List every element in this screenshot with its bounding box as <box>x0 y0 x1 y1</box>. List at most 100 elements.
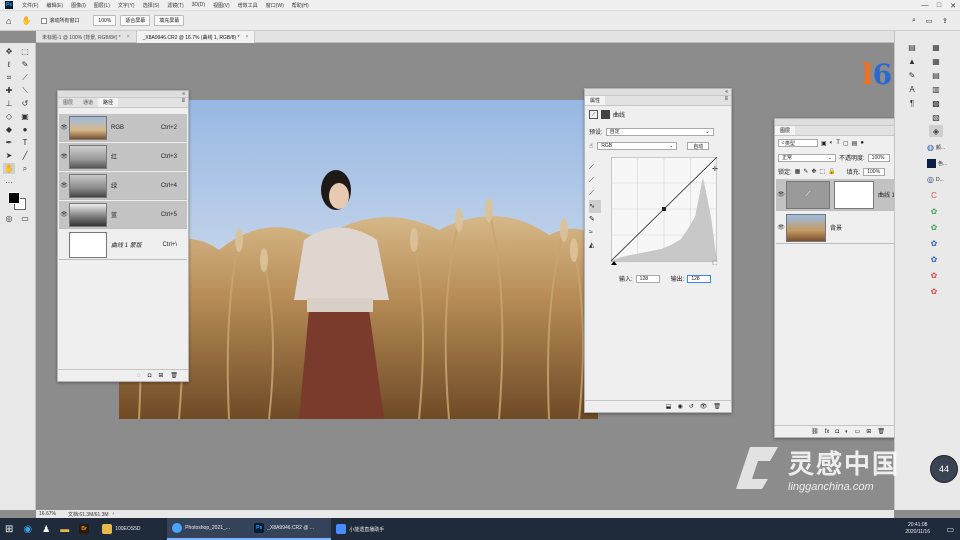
black-slider-icon[interactable] <box>611 261 617 265</box>
tab-layers[interactable]: 图层 <box>58 98 78 107</box>
menu-layer[interactable]: 图层(L) <box>90 2 114 9</box>
fill-screen-button[interactable]: 填充屏幕 <box>154 15 185 26</box>
view-previous-icon[interactable]: ◉ <box>677 403 682 410</box>
load-selection-icon[interactable]: ◌ <box>137 373 141 379</box>
bridge-icon[interactable]: Br <box>74 518 97 540</box>
zoom-tool-icon[interactable]: ⌕ <box>19 163 31 174</box>
visibility-eye-icon[interactable]: 👁 <box>59 153 69 160</box>
tab-photo[interactable]: _X8A9946.CR2 @ 16.7% (曲线 1, RGB/8) * × <box>136 31 256 43</box>
tab-layers[interactable]: 图层 <box>775 126 796 135</box>
styles-icon[interactable]: ▩ <box>929 97 943 109</box>
menu-3d[interactable]: 3D(D) <box>188 2 209 8</box>
close-button[interactable]: ✕ <box>946 0 960 11</box>
channel-row-mask[interactable]: 曲线 1 蒙版 Ctrl+\ <box>59 230 187 260</box>
lock-pixels-icon[interactable]: ▦ <box>795 168 801 175</box>
visibility-eye-icon[interactable]: 👁 <box>59 211 69 218</box>
close-tab-icon[interactable]: × <box>127 34 130 40</box>
blend-mode-select[interactable]: 正常 ⌄ <box>778 153 836 162</box>
menu-select[interactable]: 选择(S) <box>139 2 164 9</box>
search-icon[interactable]: ⌕ <box>912 17 916 25</box>
swatches-icon[interactable]: ▦ <box>929 41 943 53</box>
tab-untitled[interactable]: 未标题-1 @ 100% (背景, RGB/8#) * × <box>36 31 137 43</box>
filter-shape-icon[interactable]: ▢ <box>843 140 849 147</box>
hand-tool-icon[interactable]: ✋ <box>3 163 15 174</box>
menu-filter[interactable]: 滤镜(T) <box>163 2 187 9</box>
save-selection-icon[interactable]: ◘ <box>148 373 152 379</box>
filter-toggle-icon[interactable]: ● <box>860 140 864 146</box>
toggle-visibility-icon[interactable]: 👁 <box>700 403 708 410</box>
output-field[interactable]: 128 <box>687 274 712 283</box>
tab-channels[interactable]: 通道 <box>78 98 98 107</box>
taskbar-clock[interactable]: 20:41:08 2020/11/16 <box>905 522 930 536</box>
menu-help[interactable]: 帮助(H) <box>288 2 313 9</box>
share-icon[interactable]: ⇪ <box>942 17 948 25</box>
plugin-red-icon[interactable]: ✿ <box>927 269 941 281</box>
maximize-button[interactable]: □ <box>932 0 946 11</box>
type-tool-icon[interactable]: T <box>19 137 31 148</box>
new-adjustment-icon[interactable]: ◐ <box>845 429 849 435</box>
white-point-eyedropper-icon[interactable]: ⟋ <box>589 187 601 200</box>
fit-screen-button[interactable]: 适合屏幕 <box>120 15 151 26</box>
document-canvas[interactable] <box>119 100 598 419</box>
gray-point-eyedropper-icon[interactable]: ⟋ <box>589 174 601 187</box>
curve-point[interactable] <box>662 207 666 211</box>
clip-to-layer-icon[interactable]: ⬓ <box>666 403 672 410</box>
plugin-blue-icon[interactable]: ✿ <box>927 237 941 249</box>
menu-image[interactable]: 图像(I) <box>67 2 90 9</box>
add-mask-icon[interactable]: ◘ <box>835 429 839 435</box>
taskbar-item-folder[interactable]: 100EOS5D <box>97 518 167 540</box>
character-icon[interactable]: A <box>905 83 919 95</box>
white-slider-icon[interactable] <box>712 260 717 265</box>
channel-row-rgb[interactable]: 👁 RGB Ctrl+2 <box>59 114 187 142</box>
auto-button[interactable]: 自动 <box>687 142 710 150</box>
channel-row-red[interactable]: 👁 红 Ctrl+3 <box>59 143 187 171</box>
eyedropper-tool-icon[interactable]: ⟋ <box>19 72 31 83</box>
start-button[interactable]: ⊞ <box>0 518 18 540</box>
zoom-100-button[interactable]: 100% <box>93 15 117 26</box>
home-icon[interactable]: ⌂ <box>6 16 11 26</box>
collapse-icon[interactable]: « <box>182 91 185 97</box>
delete-channel-icon[interactable]: 🗑 <box>170 372 178 379</box>
preset-select[interactable]: 自定 ⌄ <box>605 127 714 136</box>
lock-artboard-icon[interactable]: ⬚ <box>819 168 825 175</box>
plugin-c-icon[interactable]: C <box>927 189 941 201</box>
visibility-eye-icon[interactable]: 👁 <box>59 182 69 189</box>
menu-plugins[interactable]: 增效工具 <box>234 2 262 9</box>
quick-mask-icon[interactable]: ◎ <box>3 213 15 224</box>
channel-select[interactable]: RGB ⌄ <box>597 142 678 150</box>
target-adjust-icon[interactable]: ☝ <box>589 142 593 150</box>
quick-select-tool-icon[interactable]: ✎ <box>19 59 31 70</box>
visibility-eye-icon[interactable]: 👁 <box>776 191 786 198</box>
curves-graph[interactable] <box>611 157 717 265</box>
input-field[interactable]: 128 <box>635 274 660 283</box>
libraries-icon[interactable]: ▤ <box>929 69 943 81</box>
brush-tool-icon[interactable]: ⟍ <box>19 85 31 96</box>
panel-menu-icon[interactable]: ≡ <box>181 98 188 107</box>
visibility-eye-icon[interactable]: 👁 <box>776 224 786 231</box>
line-tool-icon[interactable]: ╱ <box>19 150 31 161</box>
more-tools-icon[interactable]: ··· <box>3 177 15 188</box>
blur-tool-icon[interactable]: ◆ <box>3 124 15 135</box>
filter-adjustment-icon[interactable]: ◐ <box>830 140 834 146</box>
plugin-red2-icon[interactable]: ✿ <box>927 285 941 297</box>
smooth-curve-icon[interactable]: ≈ <box>589 226 601 239</box>
edge-icon[interactable]: ◉ <box>18 518 37 540</box>
link-layers-icon[interactable]: ⛓ <box>811 428 819 435</box>
marquee-tool-icon[interactable]: ⬚ <box>19 46 31 57</box>
filter-type-icon[interactable]: T <box>836 140 840 146</box>
new-group-icon[interactable]: ▭ <box>855 428 861 435</box>
filter-smart-icon[interactable]: ▤ <box>852 140 858 147</box>
new-layer-icon[interactable]: ⊞ <box>866 428 871 435</box>
black-point-eyedropper-icon[interactable]: ⟋ <box>589 161 601 174</box>
lock-all-icon[interactable]: 🔒 <box>828 168 835 175</box>
crop-tool-icon[interactable]: ⌗ <box>3 72 15 83</box>
gradient-tool-icon[interactable]: ▣ <box>19 111 31 122</box>
layer-style-icon[interactable]: fx <box>825 429 830 435</box>
close-tab-icon[interactable]: × <box>245 34 248 40</box>
screen-mode-icon[interactable]: ▭ <box>19 213 31 224</box>
panel-menu-icon[interactable]: ≡ <box>724 96 731 105</box>
menu-type[interactable]: 文字(Y) <box>114 2 139 9</box>
eraser-tool-icon[interactable]: ◇ <box>3 111 15 122</box>
new-channel-icon[interactable]: ⊞ <box>158 372 163 379</box>
patterns-icon[interactable]: ▦ <box>929 55 943 67</box>
